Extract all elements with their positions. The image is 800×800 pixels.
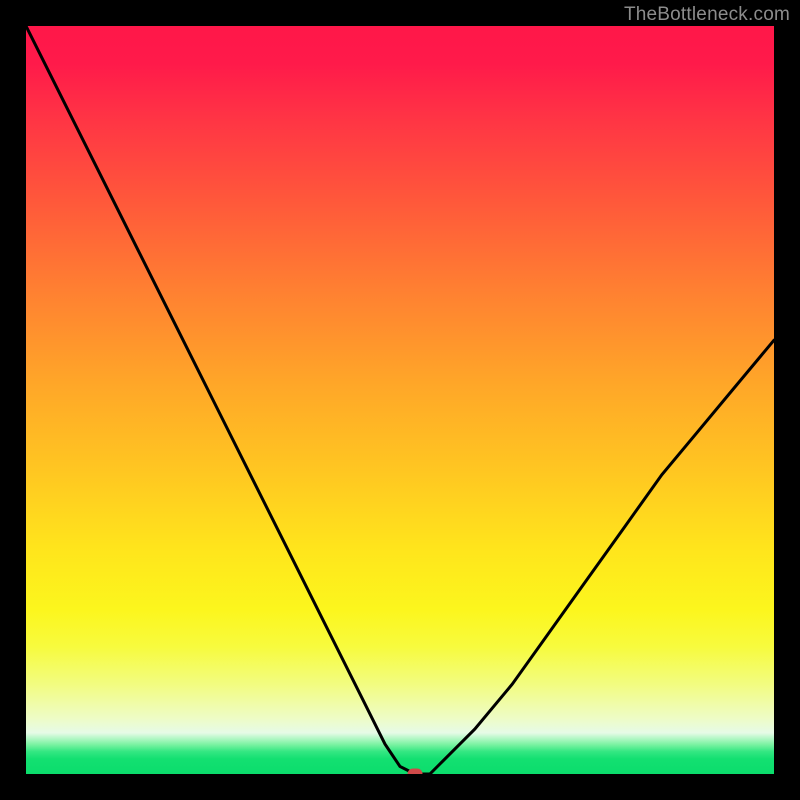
plot-area xyxy=(26,26,774,774)
chart-frame: TheBottleneck.com xyxy=(0,0,800,800)
watermark-text: TheBottleneck.com xyxy=(624,4,790,26)
gradient-background xyxy=(26,26,774,774)
optimum-marker xyxy=(407,769,422,775)
